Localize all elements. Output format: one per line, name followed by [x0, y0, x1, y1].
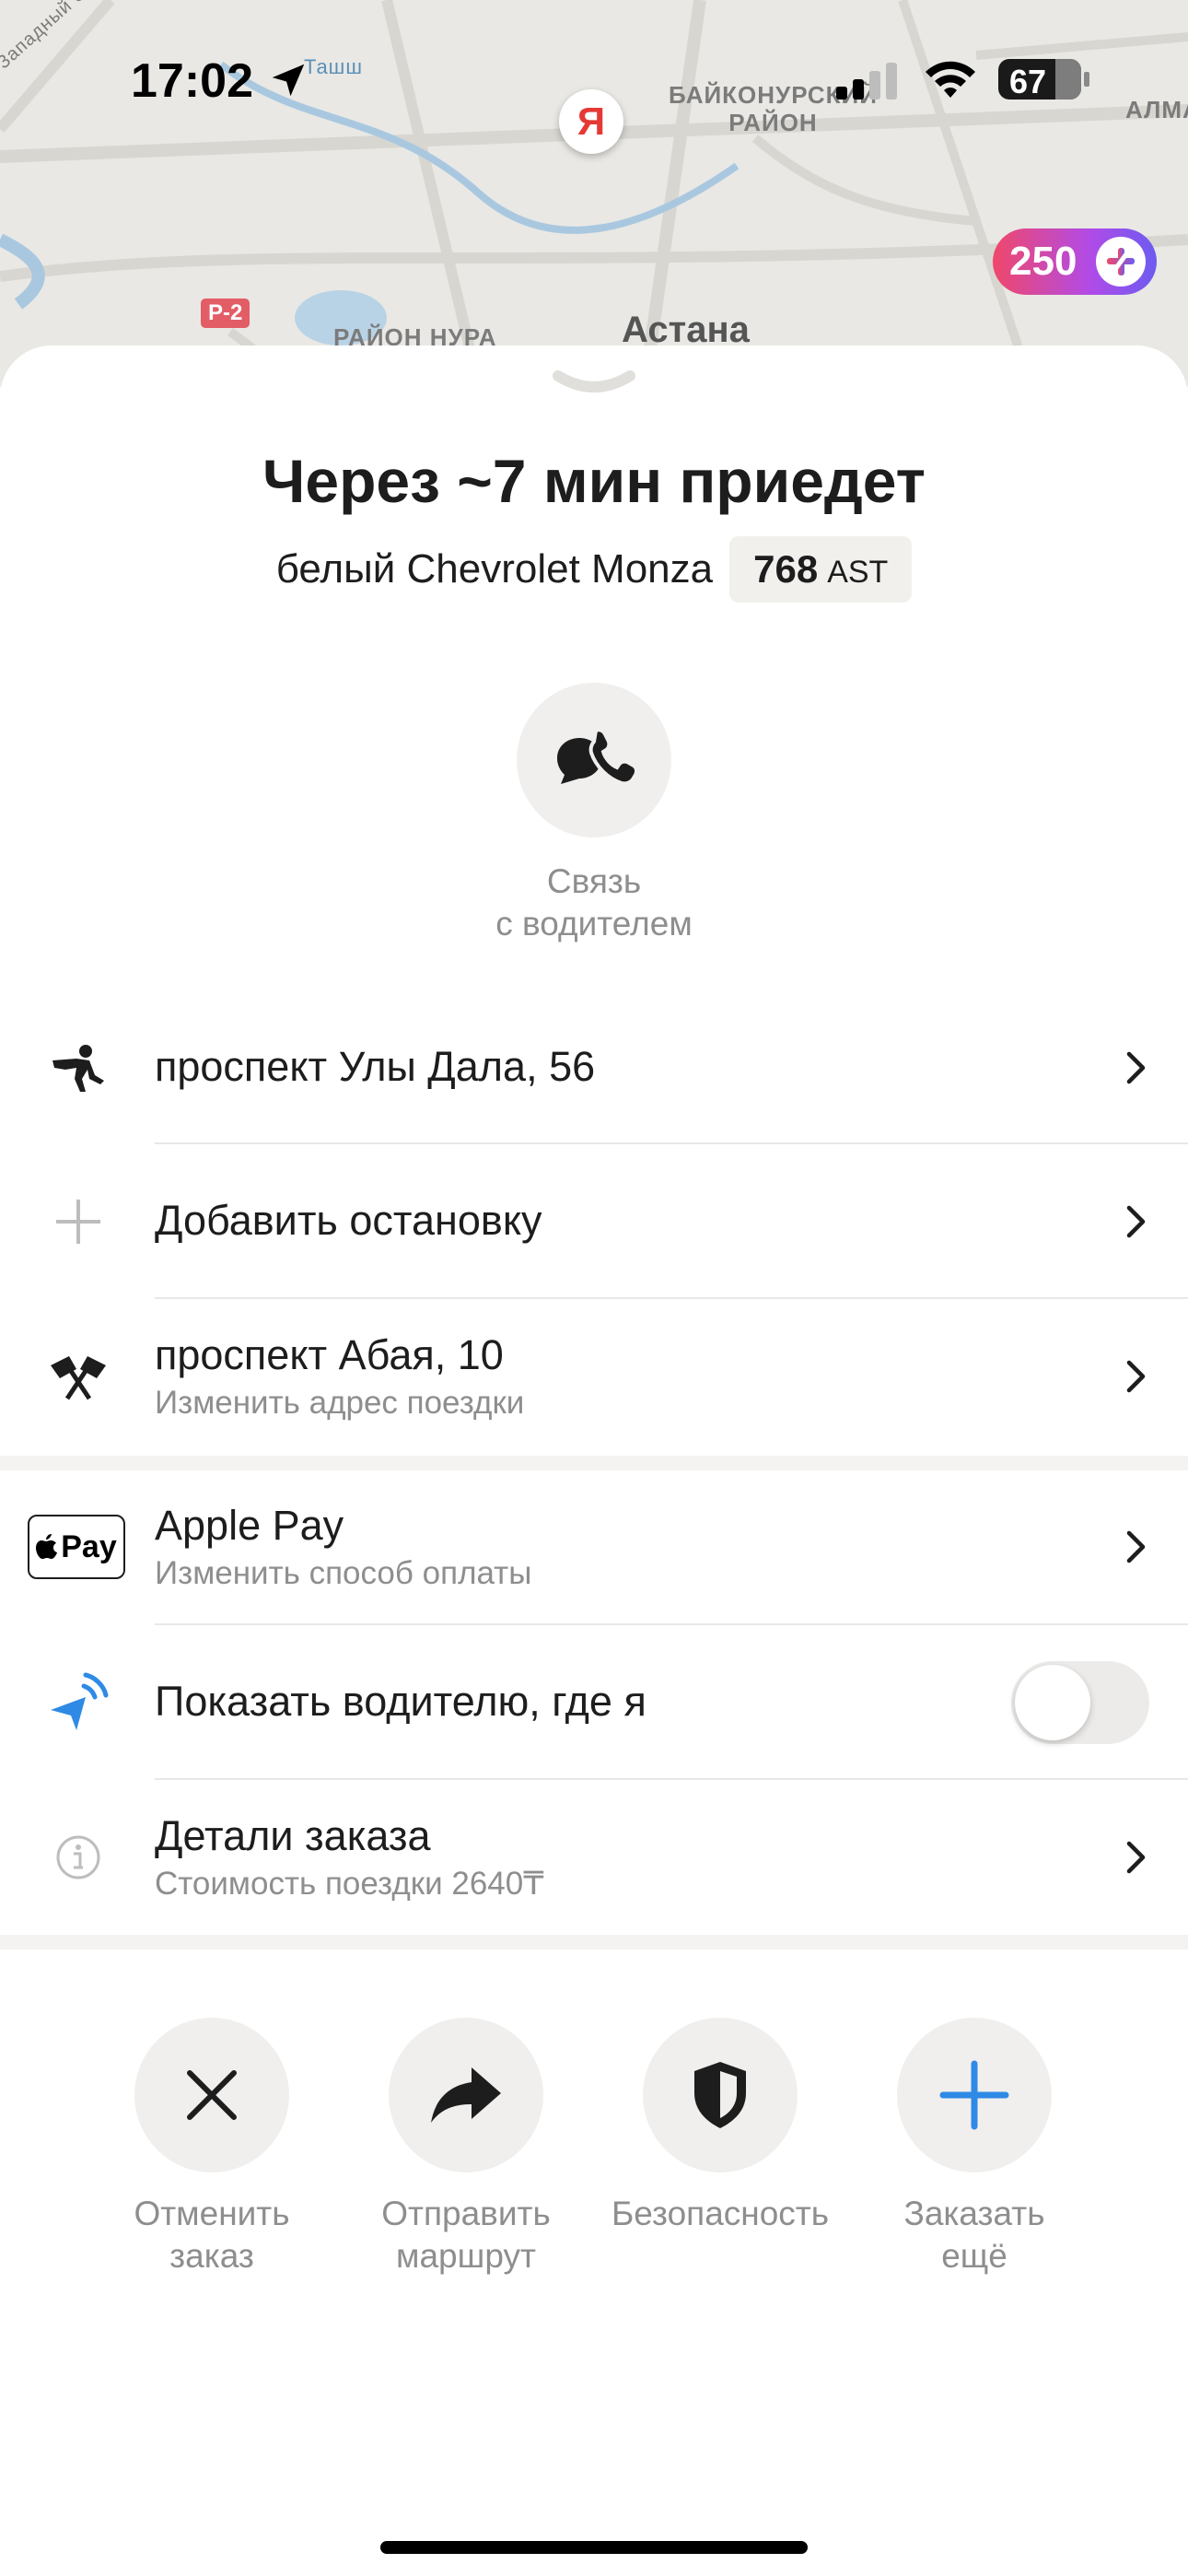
cancel-order-label: Отменить заказ [101, 2193, 322, 2277]
cancel-order-button[interactable] [134, 2018, 289, 2172]
order-more-button[interactable] [897, 2018, 1052, 2172]
send-label-line2: маршрут [396, 2237, 536, 2275]
cancel-label-line1: Отменить [134, 2195, 290, 2232]
contact-driver-label: Связь с водителем [410, 861, 778, 945]
chevron-right-icon [1126, 1205, 1146, 1238]
pedestrian-icon [28, 1033, 129, 1103]
order-details-hint: Стоимость поездки 2640₸ [155, 1866, 544, 1902]
more-label-line2: ещё [941, 2237, 1007, 2275]
status-time: 17:02 [131, 54, 253, 108]
divider [155, 1297, 1188, 1299]
add-stop-label: Добавить остановку [155, 1197, 542, 1244]
send-label-line1: Отправить [381, 2195, 551, 2232]
chevron-right-icon [1126, 1051, 1146, 1084]
battery-cap [1084, 72, 1089, 87]
divider [155, 1623, 1188, 1625]
order-details-row[interactable]: Детали заказа Стоимость поездки 2640₸ [0, 1781, 1188, 1934]
cashback-points: 250 [1009, 239, 1077, 284]
close-icon [187, 2070, 237, 2120]
share-route-label: Отправить маршрут [355, 2193, 577, 2277]
safety-button[interactable] [643, 2018, 798, 2172]
contact-label-line1: Связь [546, 862, 642, 900]
cashback-points-button[interactable]: 250 [993, 228, 1157, 295]
location-broadcast-icon [28, 1668, 129, 1738]
battery-icon: 67 [998, 59, 1081, 100]
plate-number: 768 [753, 547, 819, 591]
contact-driver-button[interactable] [517, 683, 671, 837]
plus-icon [939, 2060, 1009, 2130]
chat-phone-icon [557, 728, 636, 786]
toggle-knob [1015, 1665, 1090, 1740]
car-info: белый Chevrolet Monza 768 AST [0, 536, 1188, 603]
plus-icon [28, 1187, 129, 1257]
pickup-address: проспект Улы Дала, 56 [155, 1043, 596, 1090]
info-icon [28, 1822, 129, 1892]
divider [155, 1778, 1188, 1780]
order-more-label: Заказать ещё [864, 2193, 1085, 2277]
destination-hint: Изменить адрес поездки [155, 1385, 525, 1421]
license-plate: 768 AST [729, 536, 913, 603]
destination-row[interactable]: проспект Абая, 10 Изменить адрес поездки [0, 1300, 1188, 1453]
add-stop-row[interactable]: Добавить остановку [0, 1145, 1188, 1298]
road-badge: Р-2 [201, 299, 250, 328]
plate-region: AST [827, 555, 889, 590]
divider [155, 1142, 1188, 1144]
cellular-signal-icon [836, 63, 897, 100]
share-location-toggle[interactable] [1011, 1661, 1149, 1744]
contact-label-line2: с водителем [495, 905, 693, 943]
plus-badge-icon [1096, 237, 1146, 287]
share-route-button[interactable] [389, 2018, 543, 2172]
destination-address: проспект Абая, 10 [155, 1331, 504, 1378]
finish-flags-icon [28, 1341, 129, 1411]
order-details-label: Детали заказа [155, 1812, 431, 1859]
cancel-label-line2: заказ [169, 2237, 254, 2275]
share-location-row: Показать водителю, где я [0, 1626, 1188, 1779]
apple-pay-logo-text: Pay [61, 1528, 117, 1564]
shield-icon [694, 2062, 746, 2128]
more-label-line1: Заказать [903, 2195, 1045, 2232]
arrival-title: Через ~7 мин приедет [262, 447, 926, 515]
home-indicator[interactable] [380, 2541, 808, 2554]
section-separator [0, 1935, 1188, 1950]
safety-label: Безопасность [611, 2195, 830, 2232]
location-arrow-icon [272, 64, 305, 97]
pickup-row[interactable]: проспект Улы Дала, 56 [0, 991, 1188, 1144]
sheet-collapse-chevron-icon[interactable] [549, 367, 639, 398]
chevron-right-icon [1126, 1360, 1146, 1393]
payment-row[interactable]: Pay Apple Pay Изменить способ оплаты [0, 1470, 1188, 1623]
payment-hint: Изменить способ оплаты [155, 1555, 532, 1591]
wifi-icon [926, 61, 975, 98]
section-separator [0, 1456, 1188, 1470]
battery-level: 67 [1009, 63, 1047, 100]
chevron-right-icon [1126, 1530, 1146, 1563]
share-arrow-icon [431, 2067, 501, 2123]
apple-pay-icon: Pay [26, 1512, 127, 1582]
car-description: белый Chevrolet Monza [275, 546, 714, 591]
share-location-label: Показать водителю, где я [155, 1678, 646, 1725]
payment-method: Apple Pay [155, 1502, 344, 1549]
status-bar: 17:02 67 [0, 0, 1188, 157]
chevron-right-icon [1126, 1841, 1146, 1874]
